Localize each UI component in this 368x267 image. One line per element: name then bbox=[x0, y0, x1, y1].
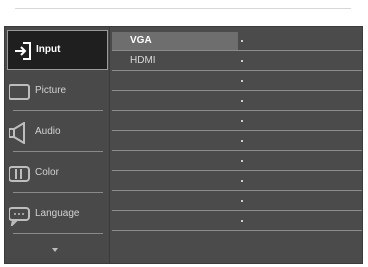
submenu-item-label: HDMI bbox=[130, 55, 156, 66]
audio-icon bbox=[9, 122, 31, 144]
submenu-item[interactable] bbox=[112, 131, 362, 151]
sidebar-item-picture[interactable]: Picture bbox=[5, 72, 109, 112]
language-icon bbox=[9, 204, 31, 226]
submenu-item[interactable] bbox=[112, 71, 362, 91]
sidebar-item-audio[interactable]: Audio bbox=[5, 113, 109, 153]
sidebar-item-label: Color bbox=[35, 167, 59, 178]
chevron-down-icon[interactable] bbox=[52, 248, 58, 252]
submenu-item-hdmi[interactable]: HDMI bbox=[112, 51, 362, 71]
submenu-item-label: VGA bbox=[130, 35, 152, 46]
input-submenu: VGA HDMI bbox=[112, 31, 362, 261]
submenu-item[interactable] bbox=[112, 111, 362, 131]
row-marker bbox=[241, 120, 243, 122]
row-marker bbox=[241, 40, 243, 42]
sidebar-item-label: Input bbox=[36, 44, 61, 55]
row-divider bbox=[112, 230, 362, 231]
picture-icon bbox=[9, 81, 31, 103]
submenu-item[interactable] bbox=[112, 191, 362, 211]
monitor-osd-menu: Input Picture Audio Color Language VGA H… bbox=[4, 26, 363, 264]
row-marker bbox=[241, 140, 243, 142]
sidebar-item-color[interactable]: Color bbox=[5, 154, 109, 194]
sidebar-item-language[interactable]: Language bbox=[5, 195, 109, 235]
osd-sidebar: Input Picture Audio Color Language bbox=[5, 27, 109, 263]
sidebar-item-label: Picture bbox=[35, 85, 67, 96]
sidebar-item-label: Audio bbox=[35, 126, 61, 137]
row-marker bbox=[241, 80, 243, 82]
row-marker bbox=[241, 160, 243, 162]
sidebar-item-label: Language bbox=[35, 208, 80, 219]
row-marker bbox=[241, 180, 243, 182]
row-marker bbox=[241, 200, 243, 202]
top-divider bbox=[15, 8, 351, 9]
submenu-item[interactable] bbox=[112, 211, 362, 231]
submenu-item[interactable] bbox=[112, 151, 362, 171]
input-icon bbox=[12, 40, 34, 62]
row-marker bbox=[241, 60, 243, 62]
menu-column-divider bbox=[109, 27, 110, 263]
submenu-item[interactable] bbox=[112, 91, 362, 111]
submenu-item[interactable] bbox=[112, 171, 362, 191]
row-marker bbox=[241, 100, 243, 102]
row-marker bbox=[241, 220, 243, 222]
sidebar-item-input[interactable]: Input bbox=[7, 30, 108, 70]
color-icon bbox=[9, 163, 31, 185]
submenu-item-vga[interactable]: VGA bbox=[112, 31, 362, 51]
